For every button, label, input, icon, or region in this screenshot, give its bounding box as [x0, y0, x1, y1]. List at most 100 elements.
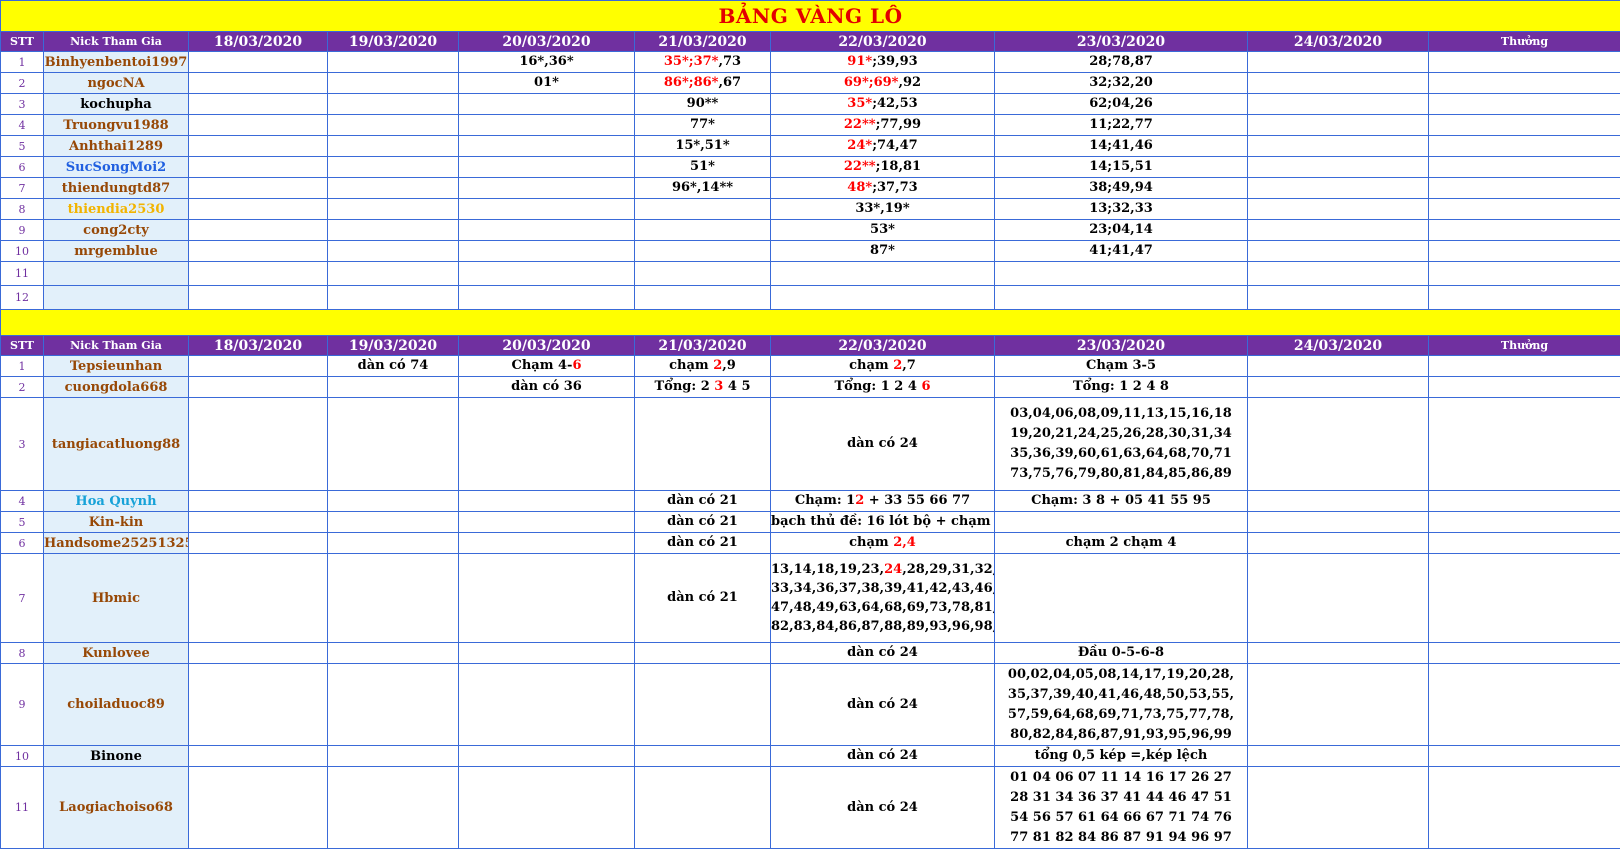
nick-cell: Laogiachoiso68: [43, 766, 189, 849]
cell: [458, 156, 635, 178]
cell-text-red: 22**: [843, 159, 876, 174]
table-row: 5 Kin-kin dàn có 21 bạch thủ đề: 16 lót …: [0, 511, 1620, 533]
header-row: STT Nick Tham Gia 18/03/2020 19/03/2020 …: [0, 31, 1620, 52]
nick-cell: tangiacatluong88: [43, 397, 189, 491]
header-nick: Nick Tham Gia: [43, 335, 189, 356]
cell-text: Chạm: 1: [794, 493, 856, 508]
cell: Tổng: 1 2 4 6: [770, 376, 995, 398]
cell-text: ,28,29,31,32,: [902, 562, 995, 577]
cell: [1247, 642, 1429, 664]
cell-text: ;77,99: [875, 117, 922, 132]
cell: [458, 642, 635, 664]
cell: [458, 490, 635, 512]
cell: [188, 156, 328, 178]
nick-cell: Binone: [43, 745, 189, 767]
cell: 22**;77,99: [770, 114, 995, 136]
stt-cell: 8: [0, 198, 44, 220]
cell: [327, 490, 459, 512]
cell: dàn có 36: [458, 376, 635, 398]
cell-line: 13,14,18,19,23,24,28,29,31,32,: [772, 560, 995, 579]
cell: [327, 663, 459, 746]
cell: 33*,19*: [770, 198, 995, 220]
cell: dàn có 24: [770, 642, 995, 664]
cell-line: 54 56 57 61 64 66 67 71 74 76: [1010, 809, 1232, 825]
cell: [458, 240, 635, 262]
stt-cell: 5: [0, 511, 44, 533]
cell: dàn có 24: [770, 663, 995, 746]
cell: [188, 376, 328, 398]
cell-text: ,7: [902, 358, 916, 373]
cell: 03,04,06,08,09,11,13,15,16,18 19,20,21,2…: [994, 397, 1248, 491]
cell: [327, 397, 459, 491]
cell-text-red: 2: [893, 358, 903, 373]
cell-line: 35,37,39,40,41,46,48,50,53,55,: [1007, 686, 1235, 702]
cell: [634, 285, 771, 310]
cell: [770, 285, 995, 310]
stt-cell: 3: [0, 397, 44, 491]
cell: [994, 553, 1248, 643]
cell: [327, 285, 459, 310]
nick-cell: Tepsieunhan: [43, 355, 189, 377]
cell: [188, 490, 328, 512]
cell: [188, 532, 328, 554]
stt-cell: 9: [0, 663, 44, 746]
cell: [1427, 397, 1620, 491]
cell: [458, 135, 635, 157]
stt-cell: 10: [0, 240, 44, 262]
table-row: 3 kochupha 90** 35*;42,53 62;04,26: [0, 93, 1620, 115]
cell: 00,02,04,05,08,14,17,19,20,28, 35,37,39,…: [994, 663, 1248, 746]
nick-cell: Kunlovee: [43, 642, 189, 664]
cell: [327, 135, 459, 157]
cell: [1247, 261, 1429, 286]
table-row: 8 thiendia2530 33*,19* 13;32,33: [0, 198, 1620, 220]
cell: 24*;74,47: [770, 135, 995, 157]
spreadsheet: BẢNG VÀNG LÔ STT Nick Tham Gia 18/03/202…: [0, 0, 1620, 867]
cell-text: + 33 55 66 77: [864, 493, 971, 508]
nick-cell: cong2cty: [43, 219, 189, 241]
cell-text: chạm: [669, 358, 714, 373]
cell: [1247, 397, 1429, 491]
cell-text-red: 35*;37*: [663, 54, 719, 69]
header-date: 19/03/2020: [327, 31, 459, 52]
header-date: 20/03/2020: [458, 335, 635, 356]
table-row: 7 Hbmic dàn có 21 13,14,18,19,23,24,28,2…: [0, 553, 1620, 643]
cell-text: chạm: [849, 535, 894, 550]
cell: [634, 397, 771, 491]
nick-cell: cuongdola668: [43, 376, 189, 398]
cell: 22**;18,81: [770, 156, 995, 178]
cell: [458, 114, 635, 136]
cell: [327, 532, 459, 554]
separator-band: [0, 309, 1620, 336]
stt-cell: 11: [0, 766, 44, 849]
cell: [188, 219, 328, 241]
cell: [327, 93, 459, 115]
cell: 96*,14**: [634, 177, 771, 199]
cell: [994, 285, 1248, 310]
cell-text: ;37,73: [872, 180, 918, 195]
cell-line: 33,34,36,37,38,39,41,42,43,46,: [771, 581, 995, 596]
cell: 51*: [634, 156, 771, 178]
cell-text: ,73: [718, 54, 742, 69]
header-reward: Thưởng: [1427, 31, 1620, 52]
nick-cell: Truongvu1988: [43, 114, 189, 136]
table-row: 6 SucSongMoi2 51* 22**;18,81 14;15,51: [0, 156, 1620, 178]
cell: Chạm 4-6: [458, 355, 635, 377]
cell: [1427, 766, 1620, 849]
stt-cell: 7: [0, 553, 44, 643]
stt-cell: 2: [0, 376, 44, 398]
stt-cell: 9: [0, 219, 44, 241]
table-row: 10 Binone dàn có 24 tổng 0,5 kép =,kép l…: [0, 745, 1620, 767]
cell: 48*;37,73: [770, 177, 995, 199]
cell: [1247, 51, 1429, 73]
cell-line: 01 04 06 07 11 14 16 17 26 27: [1010, 769, 1232, 785]
cell: [188, 511, 328, 533]
cell: [188, 72, 328, 94]
table-row: 4 Truongvu1988 77* 22**;77,99 11;22,77: [0, 114, 1620, 136]
cell: Tổng: 1 2 4 8: [994, 376, 1248, 398]
nick-cell: Binhyenbentoi1997: [43, 51, 189, 73]
cell: [1427, 285, 1620, 310]
cell: [1427, 240, 1620, 262]
nick-cell: Handsome25251325: [43, 532, 189, 554]
cell-text-red: 86*;86*: [663, 75, 719, 90]
cell-line: 73,75,76,79,80,81,84,85,86,89: [1010, 466, 1232, 481]
